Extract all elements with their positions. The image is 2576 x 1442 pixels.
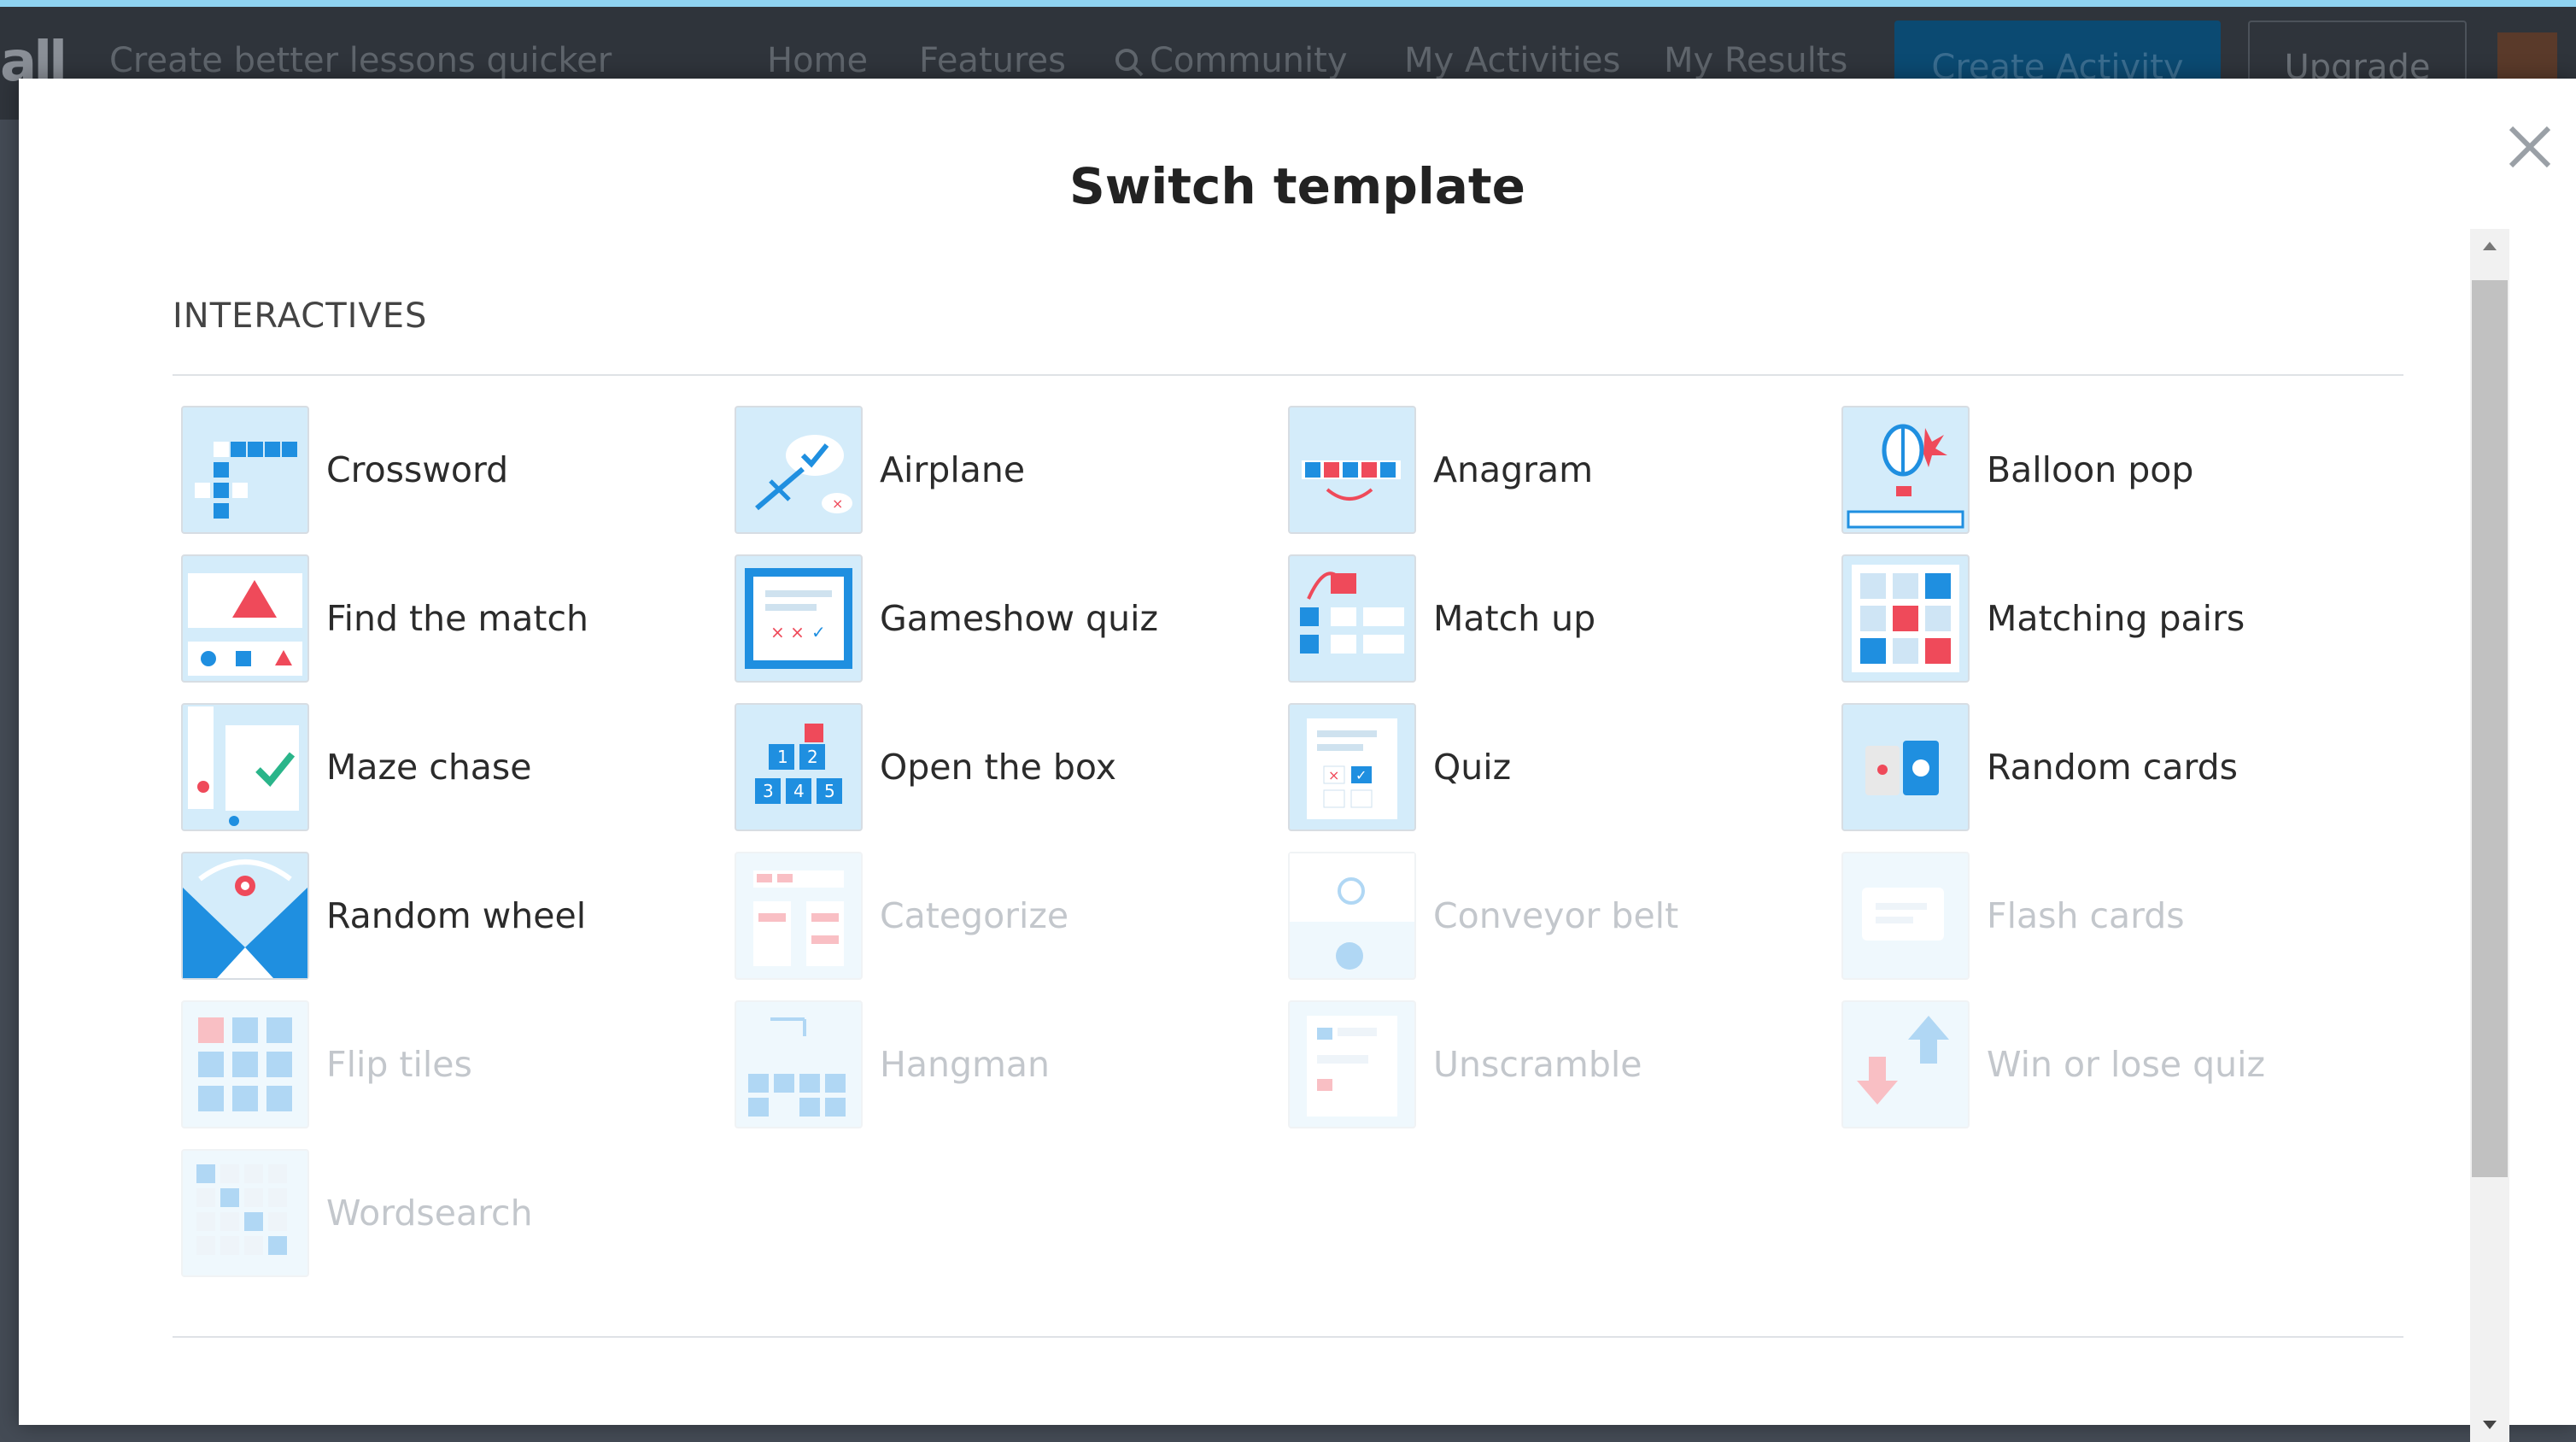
svg-text:2: 2 bbox=[807, 747, 818, 767]
template-label: Hangman bbox=[880, 1044, 1051, 1085]
template-label: Open the box bbox=[880, 747, 1116, 788]
template-label: Balloon pop bbox=[1987, 449, 2194, 490]
scrollbar-thumb[interactable] bbox=[2472, 280, 2508, 1177]
template-label: Categorize bbox=[880, 895, 1069, 936]
random-cards-icon bbox=[1841, 703, 1970, 831]
svg-text:5: 5 bbox=[824, 781, 835, 801]
nav-features[interactable]: Features bbox=[919, 41, 1066, 80]
template-label: Airplane bbox=[880, 449, 1026, 490]
svg-text:✓: ✓ bbox=[811, 622, 826, 642]
template-tile-win-or-lose-quiz: Win or lose quiz bbox=[1841, 996, 2371, 1133]
airplane-icon: × bbox=[735, 406, 863, 534]
template-tile-balloon-pop[interactable]: Balloon pop bbox=[1841, 402, 2371, 538]
balloon-pop-icon bbox=[1841, 406, 1970, 534]
flash-cards-icon bbox=[1841, 852, 1970, 980]
scroll-up-arrow-icon[interactable] bbox=[2470, 229, 2509, 263]
win-or-lose-quiz-icon bbox=[1841, 1000, 1970, 1128]
matching-pairs-icon bbox=[1841, 554, 1970, 683]
template-tile-unscramble: Unscramble bbox=[1288, 996, 1818, 1133]
template-label: Random wheel bbox=[326, 895, 587, 936]
template-label: Quiz bbox=[1433, 747, 1512, 788]
svg-text:×: × bbox=[832, 495, 843, 512]
scroll-down-arrow-icon[interactable] bbox=[2470, 1408, 2509, 1442]
template-tile-gameshow-quiz[interactable]: × × ✓ Gameshow quiz bbox=[735, 550, 1264, 687]
switch-template-modal: Switch template INTERACTIVES Crossword × A… bbox=[19, 79, 2576, 1442]
template-grid: Crossword × Airplane Anagram Balloon pop Find… bbox=[19, 79, 2576, 1425]
template-tile-categorize: Categorize bbox=[735, 847, 1264, 984]
template-tile-flash-cards: Flash cards bbox=[1841, 847, 2371, 984]
hangman-icon bbox=[735, 1000, 863, 1128]
template-tile-open-the-box[interactable]: 1 2 3 4 5 Open the box bbox=[735, 699, 1264, 835]
scrollbar[interactable] bbox=[2470, 229, 2509, 1442]
match-up-icon bbox=[1288, 554, 1416, 683]
svg-text:4: 4 bbox=[793, 781, 805, 801]
svg-text:1: 1 bbox=[777, 747, 788, 767]
template-tile-wordsearch: Wordsearch bbox=[181, 1145, 711, 1281]
template-tile-hangman: Hangman bbox=[735, 996, 1264, 1133]
template-tile-match-up[interactable]: Match up bbox=[1288, 550, 1818, 687]
template-tile-anagram[interactable]: Anagram bbox=[1288, 402, 1818, 538]
template-tile-airplane[interactable]: × Airplane bbox=[735, 402, 1264, 538]
template-tile-flip-tiles: Flip tiles bbox=[181, 996, 711, 1133]
template-tile-crossword[interactable]: Crossword bbox=[181, 402, 711, 538]
random-wheel-icon bbox=[181, 852, 309, 980]
top-accent-stripe bbox=[0, 0, 2576, 7]
svg-text:3: 3 bbox=[763, 781, 774, 801]
maze-chase-icon bbox=[181, 703, 309, 831]
template-label: Conveyor belt bbox=[1433, 895, 1679, 936]
template-tile-matching-pairs[interactable]: Matching pairs bbox=[1841, 550, 2371, 687]
svg-text:×: × bbox=[1328, 767, 1339, 783]
unscramble-icon bbox=[1288, 1000, 1416, 1128]
quiz-icon: × ✓ bbox=[1288, 703, 1416, 831]
open-the-box-icon: 12 345 bbox=[735, 703, 863, 831]
template-label: Find the match bbox=[326, 598, 589, 639]
template-tile-random-cards[interactable]: Random cards bbox=[1841, 699, 2371, 835]
nav-home[interactable]: Home bbox=[767, 41, 868, 80]
nav-my-activities[interactable]: My Activities bbox=[1404, 41, 1620, 80]
categorize-icon bbox=[735, 852, 863, 980]
template-tile-conveyor-belt: Conveyor belt bbox=[1288, 847, 1818, 984]
find-the-match-icon bbox=[181, 554, 309, 683]
template-tile-maze-chase[interactable]: Maze chase bbox=[181, 699, 711, 835]
template-label: Flip tiles bbox=[326, 1044, 472, 1085]
crossword-icon bbox=[181, 406, 309, 534]
wordsearch-icon bbox=[181, 1149, 309, 1277]
flip-tiles-icon bbox=[181, 1000, 309, 1128]
nav-my-results[interactable]: My Results bbox=[1664, 41, 1847, 80]
template-label: Random cards bbox=[1987, 747, 2238, 788]
svg-text:✓: ✓ bbox=[1355, 767, 1367, 783]
template-label: Unscramble bbox=[1433, 1044, 1642, 1085]
template-label: Gameshow quiz bbox=[880, 598, 1158, 639]
nav-community[interactable]: Community bbox=[1114, 41, 1348, 80]
template-label: Crossword bbox=[326, 449, 509, 490]
template-label: Maze chase bbox=[326, 747, 532, 788]
template-label: Flash cards bbox=[1987, 895, 2185, 936]
section-divider-bottom bbox=[173, 1336, 2403, 1338]
conveyor-belt-icon bbox=[1288, 852, 1416, 980]
template-label: Win or lose quiz bbox=[1987, 1044, 2266, 1085]
template-label: Matching pairs bbox=[1987, 598, 2245, 639]
template-label: Anagram bbox=[1433, 449, 1594, 490]
template-tile-quiz[interactable]: × ✓ Quiz bbox=[1288, 699, 1818, 835]
template-tile-random-wheel[interactable]: Random wheel bbox=[181, 847, 711, 984]
template-label: Match up bbox=[1433, 598, 1596, 639]
gameshow-quiz-icon: × × ✓ bbox=[735, 554, 863, 683]
template-tile-find-the-match[interactable]: Find the match bbox=[181, 550, 711, 687]
nav-community-label: Community bbox=[1150, 41, 1348, 80]
template-label: Wordsearch bbox=[326, 1193, 533, 1234]
anagram-icon bbox=[1288, 406, 1416, 534]
site-tagline: Create better lessons quicker bbox=[109, 41, 612, 80]
svg-text:× ×: × × bbox=[770, 622, 805, 642]
search-icon bbox=[1115, 49, 1144, 77]
